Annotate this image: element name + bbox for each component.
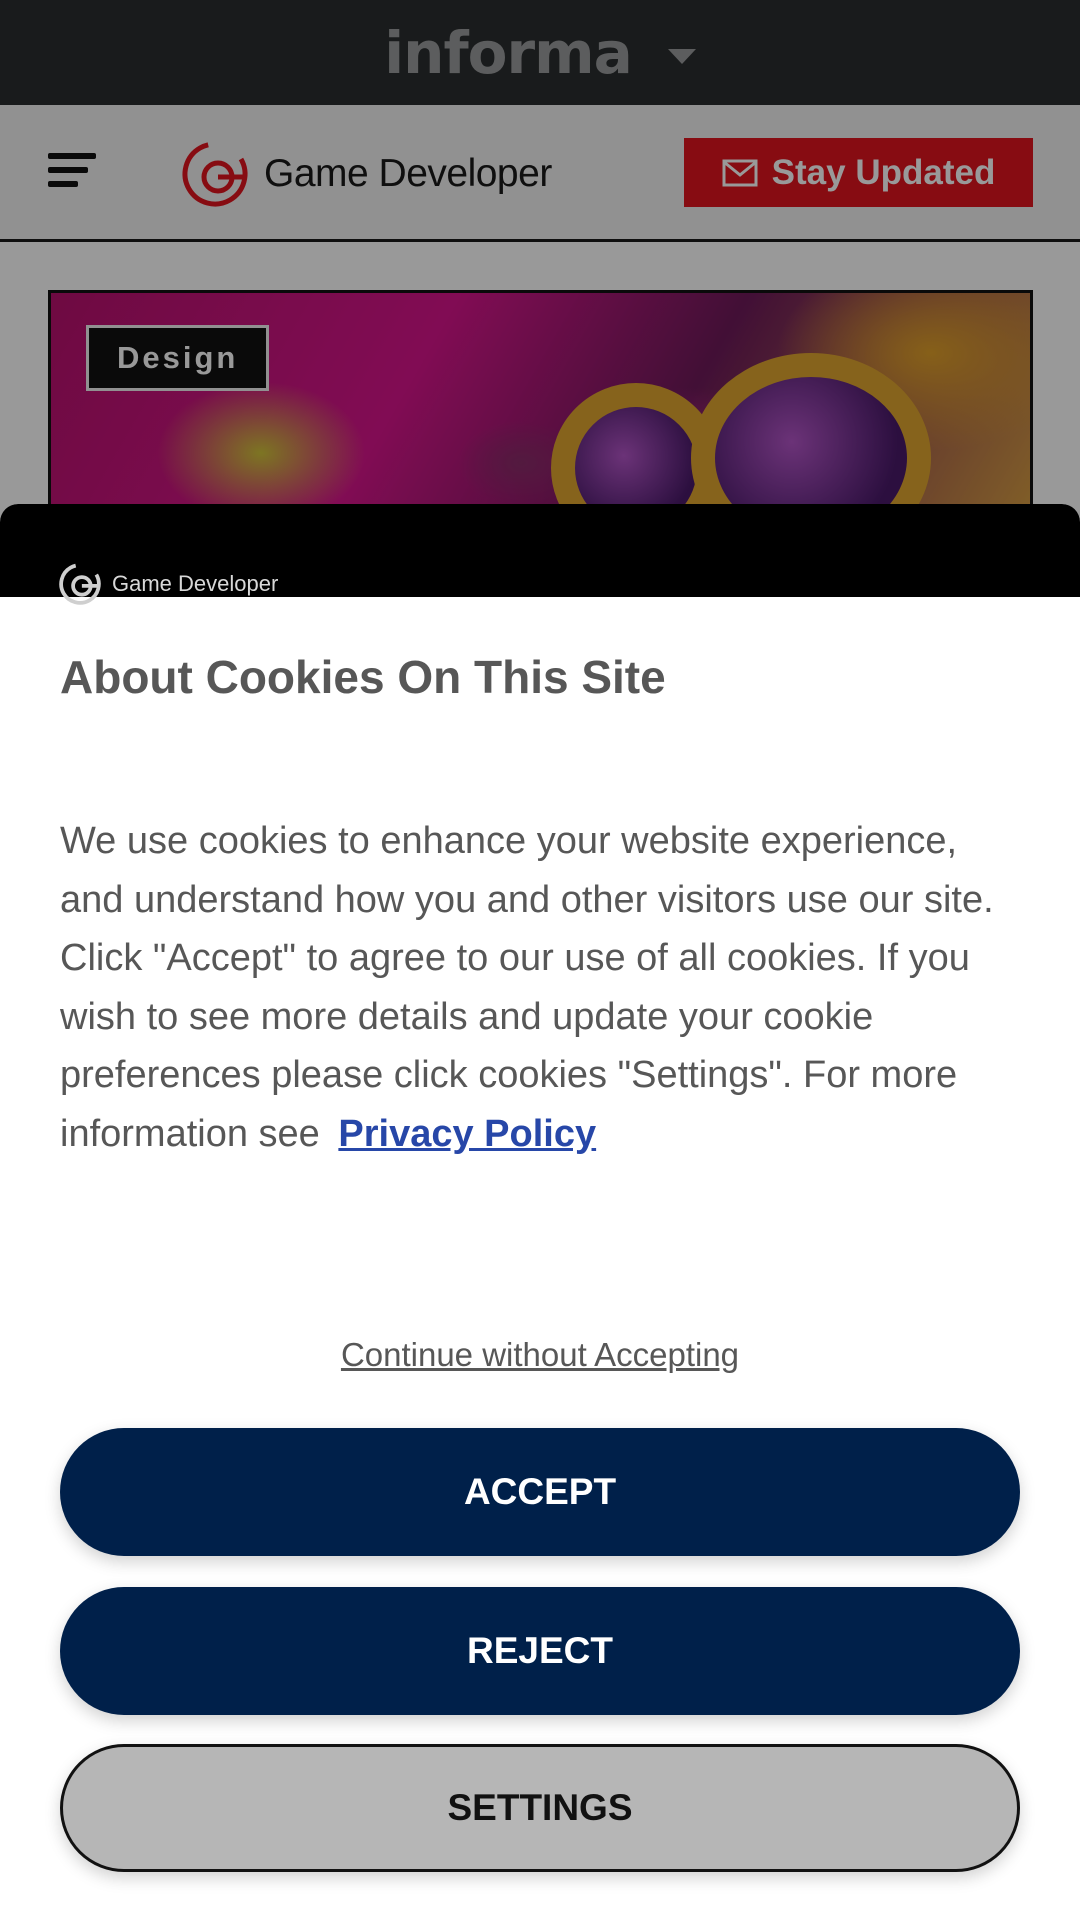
reject-button[interactable]: REJECT bbox=[60, 1587, 1020, 1715]
settings-button[interactable]: SETTINGS bbox=[60, 1744, 1020, 1872]
cookie-dialog-title: About Cookies On This Site bbox=[60, 651, 666, 703]
cookie-dialog-text: We use cookies to enhance your website e… bbox=[60, 820, 994, 1155]
cookie-dialog-header: Game Developer bbox=[0, 504, 1080, 605]
privacy-policy-link[interactable]: Privacy Policy bbox=[338, 1113, 596, 1155]
cookie-dialog-brand: Game Developer bbox=[112, 571, 279, 596]
continue-without-accepting-link[interactable]: Continue without Accepting bbox=[0, 1336, 1080, 1374]
cookie-consent-dialog: Game Developer About Cookies On This Sit… bbox=[0, 504, 1080, 1920]
cookie-dialog-logo: Game Developer bbox=[58, 562, 278, 606]
game-developer-logo-icon bbox=[59, 563, 101, 605]
cookie-dialog-body: We use cookies to enhance your website e… bbox=[60, 812, 1020, 1163]
accept-button[interactable]: ACCEPT bbox=[60, 1428, 1020, 1556]
